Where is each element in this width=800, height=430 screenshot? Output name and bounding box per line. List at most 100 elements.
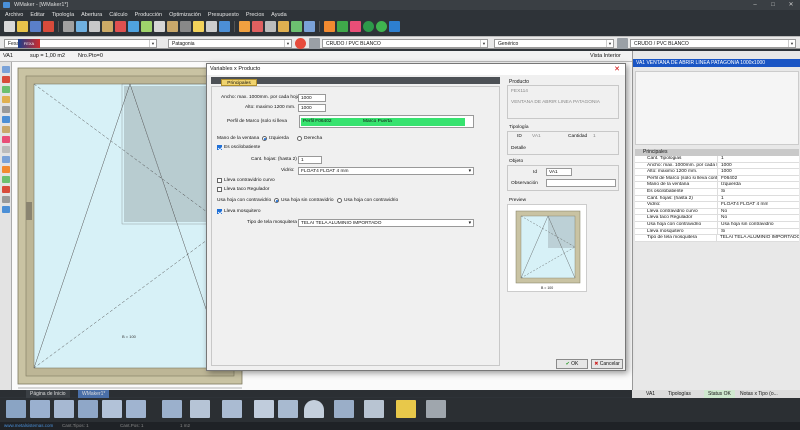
frame-profile-list[interactable]: Perfil F06402 Marco Puerta — [299, 115, 474, 128]
property-row[interactable]: Alto: maximo 1200 mm. 1000 — [635, 169, 799, 176]
glass-combo[interactable]: Genérico ▼ — [494, 39, 614, 48]
property-row[interactable]: Ancho: max. 1000mm. por cada h... 1000 — [635, 162, 799, 170]
width-input[interactable]: 1000 — [298, 94, 326, 102]
magic-icon[interactable] — [128, 21, 139, 32]
property-value[interactable]: TELAI TELA ALUMINIO IMPORTADO — [717, 235, 799, 241]
erase-tool-icon[interactable] — [2, 186, 10, 193]
palette-arch-icon[interactable] — [304, 400, 324, 418]
property-value[interactable]: 1000 — [718, 169, 732, 175]
property-row[interactable]: Cant. hojas: (hasta 2) 1 — [635, 195, 799, 203]
palette-window-icon[interactable] — [78, 400, 98, 418]
hand-right-radio[interactable] — [297, 136, 302, 141]
tab-principales[interactable]: Principales — [221, 79, 257, 86]
minimize-button[interactable]: – — [746, 0, 764, 10]
object-id-input[interactable]: VA1 — [546, 168, 572, 176]
mesh-type-select[interactable]: TELAI TELA ALUMINIO IMPORTADO ▾ — [298, 219, 474, 227]
profile-color-combo[interactable]: CRUDO / PVC BLANCO ▼ — [322, 39, 488, 48]
copy-icon[interactable] — [89, 21, 100, 32]
measure-icon[interactable] — [141, 21, 152, 32]
palette-window-icon[interactable] — [6, 400, 26, 418]
money-icon[interactable] — [337, 21, 348, 32]
refresh-icon[interactable] — [295, 38, 306, 49]
palette-window-icon[interactable] — [126, 400, 146, 418]
property-value[interactable]: Izquierda — [718, 182, 741, 188]
property-value[interactable]: Usa hoja sin contravidrio — [718, 222, 774, 228]
menu-optimizacion[interactable]: Optimización — [169, 12, 201, 18]
property-value[interactable]: Si — [718, 189, 725, 195]
property-grid[interactable]: Principales Cant. Tipologias 1 Ancho: max.… — [635, 149, 799, 242]
dialog-close-icon[interactable]: ✕ — [613, 64, 621, 75]
taco-checkbox[interactable] — [217, 187, 222, 192]
delete-icon[interactable] — [43, 21, 54, 32]
color-icon[interactable] — [617, 38, 628, 49]
zoom-tool-icon[interactable] — [2, 76, 10, 83]
save-icon[interactable] — [30, 21, 41, 32]
open-folder-icon[interactable] — [17, 21, 28, 32]
glass-select[interactable]: FLOAT4 FLOAT 4 mm ▾ — [298, 167, 474, 175]
profile-icon[interactable] — [309, 38, 320, 49]
accessory-tool-icon[interactable] — [2, 136, 10, 143]
property-value[interactable]: No — [718, 209, 727, 215]
profile-tool-icon[interactable] — [2, 126, 10, 133]
menu-presupuesto[interactable]: Presupuesto — [208, 12, 239, 18]
palette-window-icon[interactable] — [54, 400, 74, 418]
hand-left-radio[interactable] — [262, 136, 267, 141]
select-tool-icon[interactable] — [2, 66, 10, 73]
property-value[interactable]: 1 — [718, 156, 724, 162]
document-icon[interactable] — [265, 21, 276, 32]
folder-icon[interactable] — [278, 21, 289, 32]
grid-icon[interactable] — [154, 21, 165, 32]
property-value[interactable]: Si — [718, 229, 725, 235]
list-icon[interactable] — [206, 21, 217, 32]
tools-icon[interactable] — [350, 21, 361, 32]
palette-window-icon[interactable] — [162, 400, 182, 418]
palette-shutter-icon[interactable] — [426, 400, 446, 418]
ok-circle-icon[interactable] — [376, 21, 387, 32]
close-window-button[interactable]: ✕ — [782, 0, 800, 10]
property-category[interactable]: Principales — [635, 149, 799, 156]
menu-editar[interactable]: Editar — [30, 12, 44, 18]
paste-icon[interactable] — [102, 21, 113, 32]
ok-button[interactable]: ✔ OK — [556, 359, 588, 369]
menu-ayuda[interactable]: Ayuda — [271, 12, 287, 18]
palette-triangle-icon[interactable] — [278, 400, 298, 418]
tab-home[interactable]: Página de Inicio — [26, 390, 70, 398]
frame-icon[interactable] — [167, 21, 178, 32]
dimension-tool-icon[interactable] — [2, 166, 10, 173]
contra-opt1-radio[interactable] — [274, 198, 279, 203]
percent-icon[interactable] — [324, 21, 335, 32]
menu-tipologia[interactable]: Tipología — [52, 12, 74, 18]
palette-window-icon[interactable] — [190, 400, 210, 418]
calculator-icon[interactable] — [239, 21, 250, 32]
property-value[interactable]: 1 — [718, 196, 724, 202]
property-row[interactable]: Vidrio: FLOAT4 FLOAT 4 mm — [635, 202, 799, 209]
star-icon[interactable] — [193, 21, 204, 32]
palette-window-icon[interactable] — [334, 400, 354, 418]
copy-tool-icon[interactable] — [2, 206, 10, 213]
property-row[interactable]: Lleva taco Regulador No — [635, 215, 799, 222]
import-icon[interactable] — [304, 21, 315, 32]
website-link[interactable]: www.metalsistemas.com — [4, 422, 53, 430]
palette-star-icon[interactable] — [396, 400, 416, 418]
property-value[interactable]: 1000 — [718, 163, 732, 169]
window-icon[interactable] — [180, 21, 191, 32]
object-tree[interactable] — [635, 71, 799, 145]
sheets-input[interactable]: 1 — [298, 156, 322, 164]
maximize-button[interactable]: □ — [764, 0, 782, 10]
menu-precios[interactable]: Precios — [246, 12, 264, 18]
object-obs-input[interactable] — [546, 179, 616, 187]
pan-tool-icon[interactable] — [2, 86, 10, 93]
palette-window-icon[interactable] — [254, 400, 274, 418]
mesh-checkbox[interactable] — [217, 209, 222, 214]
measure-tool-icon[interactable] — [2, 96, 10, 103]
tab-document[interactable]: WMaker1* — [78, 390, 110, 398]
selected-object-header[interactable]: VA1 VENTANA DE ABRIR LINEA PATAGONIA 100… — [633, 59, 800, 67]
panel-tab-va1[interactable]: VA1 — [642, 390, 659, 398]
property-row[interactable]: Es oscilobatiente Si — [635, 188, 799, 196]
property-row[interactable]: Lleva contravidrio curvo No — [635, 208, 799, 216]
text-tool-icon[interactable] — [2, 176, 10, 183]
palette-window-icon[interactable] — [102, 400, 122, 418]
dollar-icon[interactable] — [363, 21, 374, 32]
help-icon[interactable] — [389, 21, 400, 32]
palette-door-icon[interactable] — [364, 400, 384, 418]
